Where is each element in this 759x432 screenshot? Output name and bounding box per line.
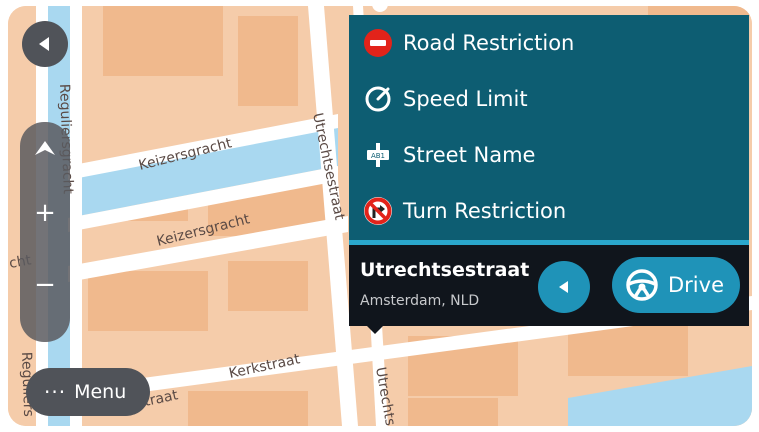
menu-item-label: Street Name xyxy=(403,143,536,167)
menu-item-label: Road Restriction xyxy=(403,31,575,55)
location-pin-icon xyxy=(372,2,388,12)
location-subtitle: Amsterdam, NLD xyxy=(360,293,480,309)
menu-item-speed-limit[interactable]: Speed Limit xyxy=(349,71,749,127)
drive-label: Drive xyxy=(668,273,724,297)
menu-button[interactable]: ··· Menu xyxy=(26,368,150,416)
zoom-out-label: − xyxy=(34,270,56,300)
navigation-screen: Keizersgracht Keizersgracht Utrechtsestr… xyxy=(0,0,759,432)
no-turn-icon xyxy=(359,192,397,230)
menu-item-street-name[interactable]: AB1 Street Name xyxy=(349,127,749,183)
location-back-button[interactable] xyxy=(538,261,590,313)
steering-wheel-icon xyxy=(624,267,660,303)
north-arrow-icon xyxy=(35,141,55,155)
chevron-left-icon xyxy=(39,37,49,51)
menu-item-road-restriction[interactable]: Road Restriction xyxy=(349,15,749,71)
zoom-in-button[interactable]: + xyxy=(22,190,68,236)
back-button[interactable] xyxy=(22,21,68,67)
speedometer-icon xyxy=(359,80,397,118)
street-sign-icon: AB1 xyxy=(359,136,397,174)
menu-label: Menu xyxy=(74,381,127,403)
svg-text:AB1: AB1 xyxy=(371,152,385,160)
drive-button[interactable]: Drive xyxy=(612,257,740,313)
menu-item-label: Turn Restriction xyxy=(403,199,567,223)
location-card: Utrechtsestraat Amsterdam, NLD Drive xyxy=(349,245,749,326)
panel-pointer xyxy=(366,325,384,334)
report-menu: Road Restriction Speed Limit AB1 Street … xyxy=(349,15,749,240)
north-up-button[interactable] xyxy=(22,126,68,172)
chevron-left-icon xyxy=(559,281,568,293)
menu-item-label: Speed Limit xyxy=(403,87,528,111)
report-panel: Road Restriction Speed Limit AB1 Street … xyxy=(349,15,749,326)
zoom-in-label: + xyxy=(34,198,56,228)
no-entry-icon xyxy=(359,24,397,62)
zoom-out-button[interactable]: − xyxy=(22,262,68,308)
location-name: Utrechtsestraat xyxy=(360,259,530,281)
menu-item-turn-restriction[interactable]: Turn Restriction xyxy=(349,183,749,239)
more-dots-icon: ··· xyxy=(44,380,67,404)
